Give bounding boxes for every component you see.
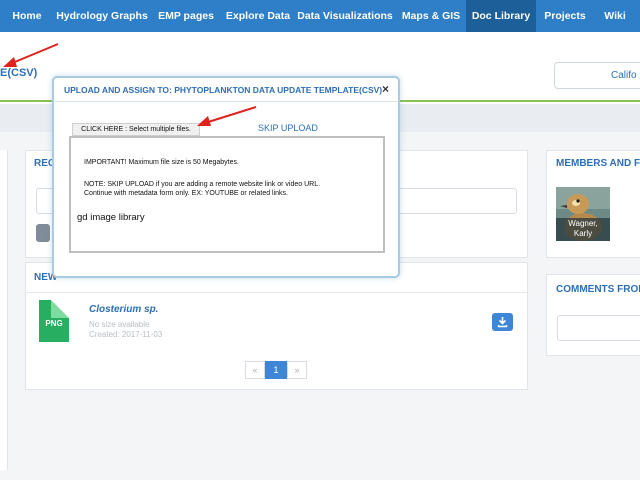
members-panel-title: MEMBERS AND FO xyxy=(556,158,640,169)
member-name-line1: Wagner, xyxy=(568,219,598,228)
file-name-link[interactable]: Closterium sp. xyxy=(89,304,158,315)
comment-input[interactable] xyxy=(557,315,640,341)
select-files-button[interactable]: CLICK HERE : Select multiple files. xyxy=(72,123,200,136)
file-created-date: Created: 2017-11-03 xyxy=(89,330,163,339)
comments-panel-title: COMMENTS FROM xyxy=(556,284,640,295)
library-name: gd image library xyxy=(77,212,145,223)
skip-note-line1: NOTE: SKIP UPLOAD if you are adding a re… xyxy=(84,181,321,188)
nav-wiki[interactable]: Wiki xyxy=(594,0,636,32)
pagination-next[interactable]: » xyxy=(287,361,307,379)
nav-emp-pages[interactable]: EMP pages xyxy=(150,0,222,32)
red-arrow-annotation-title xyxy=(3,43,59,67)
member-name-line2: Karly xyxy=(573,229,593,238)
file-size: No size available xyxy=(89,320,150,329)
newest-panel-divider xyxy=(26,292,527,293)
left-sidebar-panel xyxy=(0,150,8,470)
modal-divider xyxy=(54,101,398,102)
upload-info-box: IMPORTANT! Maximum file size is 50 Megab… xyxy=(69,136,385,253)
close-icon[interactable]: × xyxy=(382,82,389,96)
modal-title: UPLOAD AND ASSIGN TO: PHYTOPLANKTON DATA… xyxy=(64,85,383,95)
member-name-label: Wagner, Karly xyxy=(556,218,610,241)
file-type-label: PNG xyxy=(45,319,63,328)
page-title: E(CSV) xyxy=(0,67,38,79)
png-file-icon: PNG xyxy=(39,300,69,342)
download-icon xyxy=(497,317,508,328)
comments-panel: COMMENTS FROM xyxy=(546,274,640,356)
recent-action-button[interactable] xyxy=(36,224,50,242)
upload-modal: UPLOAD AND ASSIGN TO: PHYTOPLANKTON DATA… xyxy=(52,76,400,278)
max-size-notice: IMPORTANT! Maximum file size is 50 Megab… xyxy=(84,159,239,166)
nav-projects[interactable]: Projects xyxy=(536,0,594,32)
nav-explore-data[interactable]: Explore Data xyxy=(222,0,294,32)
skip-upload-link[interactable]: SKIP UPLOAD xyxy=(258,123,318,133)
nav-doc-library[interactable]: Doc Library xyxy=(466,0,536,32)
location-select[interactable]: Califo xyxy=(554,62,640,89)
nav-maps-gis[interactable]: Maps & GIS xyxy=(396,0,466,32)
nav-data-visualizations[interactable]: Data Visualizations xyxy=(294,0,396,32)
top-navigation-bar: Home Hydrology Graphs EMP pages Explore … xyxy=(0,0,640,32)
nav-home[interactable]: Home xyxy=(0,0,54,32)
pagination-prev[interactable]: « xyxy=(245,361,265,379)
skip-note-line2: Continue with metadata form only. EX: YO… xyxy=(84,190,288,197)
nav-hydrology-graphs[interactable]: Hydrology Graphs xyxy=(54,0,150,32)
pagination-page-1[interactable]: 1 xyxy=(265,361,287,379)
download-button[interactable] xyxy=(492,313,513,331)
